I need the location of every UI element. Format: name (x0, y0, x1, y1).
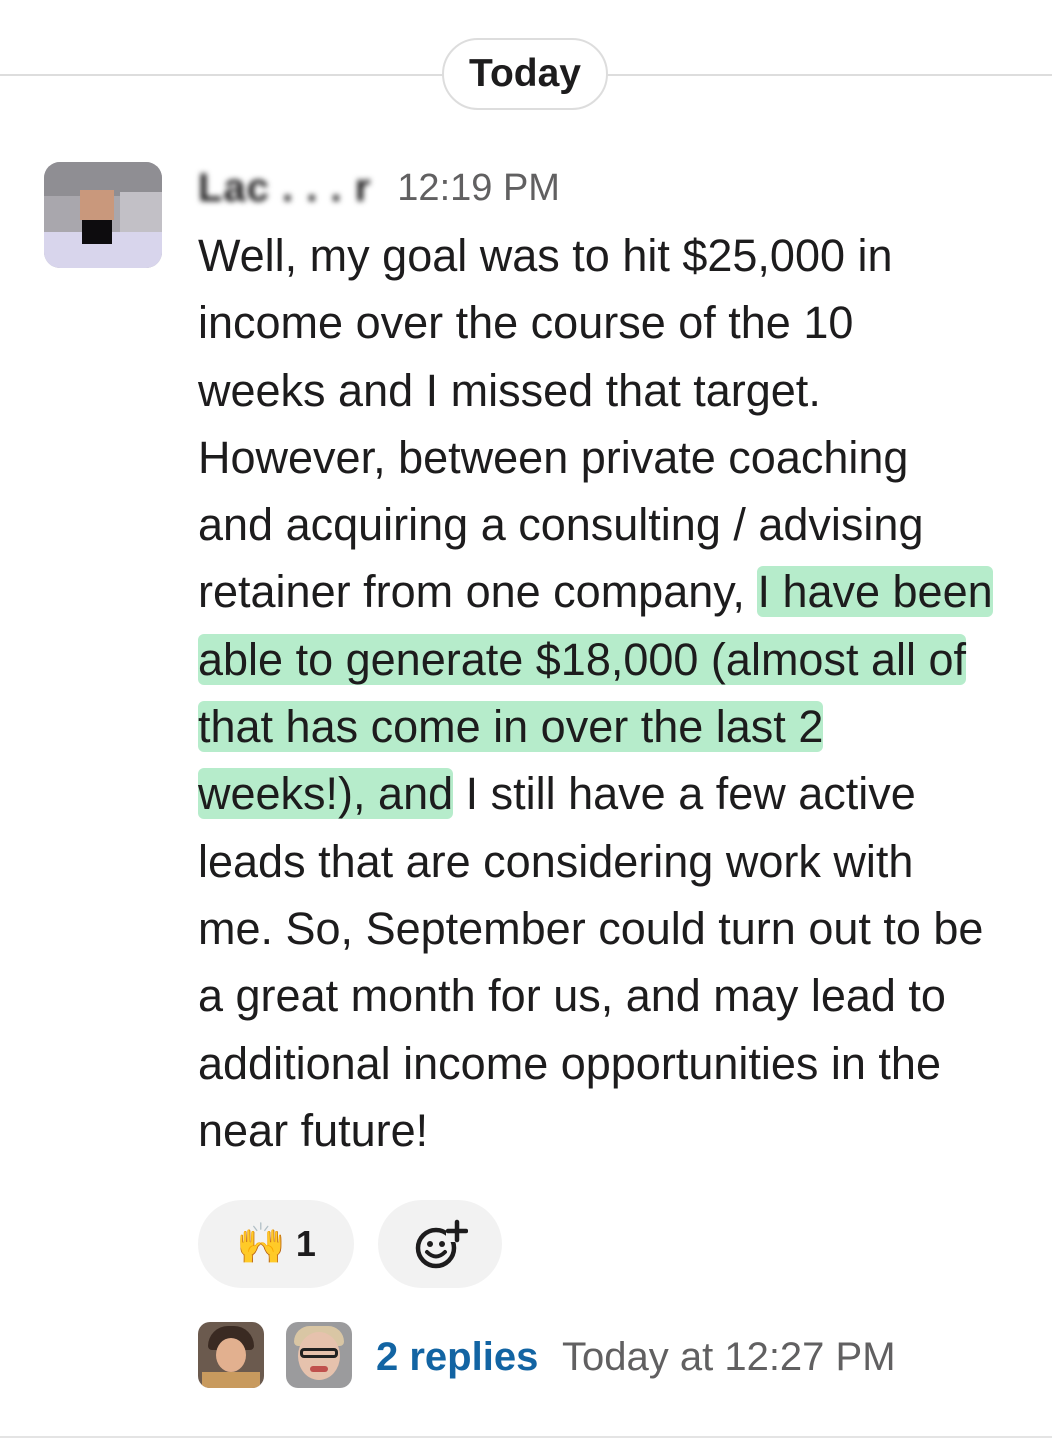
reply-avatar-1[interactable] (198, 1322, 264, 1388)
message-line: able to generate $18,000 (almost all of (198, 626, 1038, 693)
thread-replies-link[interactable]: 2 replies (376, 1330, 538, 1384)
message-line: a great month for us, and may lead to (198, 970, 946, 1022)
message-body: Well, my goal was to hit $25,000 in inco… (198, 222, 1038, 1164)
date-pill[interactable]: Today (442, 38, 608, 110)
reaction-count: 1 (295, 1223, 316, 1264)
message-line: leads that are considering work with (198, 835, 914, 887)
message-line: However, between private coaching (198, 431, 909, 483)
message-line: weeks and I missed that target. (198, 364, 821, 416)
message-line: additional income opportunities in the (198, 1037, 941, 1089)
thread-last-reply-time: Today at 12:27 PM (562, 1335, 896, 1379)
message-line: and acquiring a consulting / advising (198, 499, 924, 551)
message-line: near future! (198, 1104, 429, 1156)
highlight-mark: I have been (757, 566, 993, 618)
message-line: me. So, September could turn out to be (198, 902, 984, 954)
message-line: retainer from one company, I have been (198, 566, 993, 618)
message-separator (0, 1436, 1052, 1438)
message-header: Lac . . . r 12:19 PM (198, 160, 560, 216)
sender-name[interactable]: Lac . . . r (198, 166, 371, 211)
raised-hands-icon: 🙌 (236, 1222, 286, 1266)
highlight-mark: that has come in over the last 2 (198, 701, 824, 753)
message-line: income over the course of the 10 (198, 297, 854, 349)
message-line: Well, my goal was to hit $25,000 in (198, 230, 893, 281)
add-reaction-icon (415, 1219, 468, 1269)
reaction-raised-hands[interactable]: 🙌 1 (198, 1200, 354, 1288)
sender-avatar[interactable] (44, 162, 162, 268)
reply-avatar-2[interactable] (286, 1322, 352, 1388)
date-divider: Today (0, 38, 1052, 112)
highlight-mark: weeks!), and (198, 768, 454, 820)
highlight-mark: able to generate $18,000 (almost all of (198, 633, 967, 685)
message-timestamp[interactable]: 12:19 PM (397, 167, 560, 210)
message-line: that has come in over the last 2 (198, 693, 1038, 760)
add-reaction-button[interactable] (378, 1200, 502, 1288)
message-line: weeks!), and I still have a few active (198, 768, 916, 820)
